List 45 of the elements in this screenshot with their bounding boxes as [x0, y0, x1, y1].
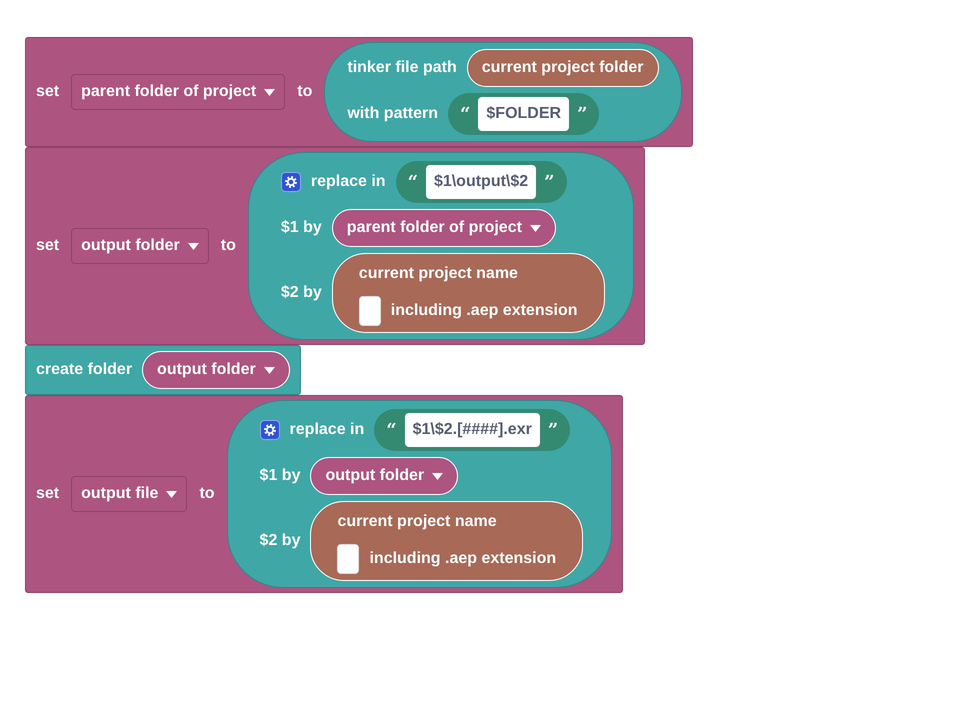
caret-icon: [264, 88, 276, 96]
block-label: with pattern: [347, 104, 438, 124]
variable-dropdown[interactable]: output folder: [142, 351, 290, 389]
block-label: tinker file path: [347, 58, 457, 78]
block-label: to: [199, 484, 215, 504]
block-label: set: [36, 82, 60, 102]
block-label: $1 by: [260, 466, 300, 486]
close-quote: ”: [548, 418, 558, 442]
checkbox[interactable]: [358, 296, 381, 326]
text-field[interactable]: $FOLDER: [478, 97, 570, 131]
close-quote: ”: [544, 170, 555, 194]
block-label: set: [36, 484, 60, 504]
block-label: current project name: [358, 264, 518, 284]
checkbox[interactable]: [337, 544, 360, 574]
block-label: to: [297, 82, 312, 102]
block-label: $2 by: [280, 283, 322, 303]
block-label: to: [220, 236, 236, 256]
variable-dropdown[interactable]: parent folder of project: [332, 209, 556, 247]
caret-icon: [264, 366, 275, 374]
caret-icon: [432, 472, 444, 480]
block-label: $2 by: [260, 531, 300, 551]
variable-dropdown[interactable]: parent folder of project: [71, 74, 286, 110]
caret-icon: [188, 242, 199, 250]
text-field[interactable]: $1\$2.[####].exr: [404, 413, 540, 447]
block-label: $1 by: [280, 218, 322, 238]
variable-dropdown[interactable]: output file: [71, 476, 188, 512]
caret-icon: [530, 224, 541, 232]
open-quote: “: [386, 418, 397, 442]
open-quote: “: [460, 102, 470, 126]
settings-icon[interactable]: [280, 172, 301, 192]
block-label: create folder: [36, 360, 132, 380]
variable-dropdown[interactable]: output folder: [71, 228, 209, 264]
caret-icon: [166, 490, 178, 498]
variable-dropdown[interactable]: output folder: [310, 457, 458, 495]
block-label: replace in: [310, 172, 386, 192]
close-quote: ”: [577, 102, 588, 126]
block-label: set: [36, 236, 60, 256]
open-quote: “: [408, 170, 418, 194]
block-label: current project name: [337, 512, 497, 532]
settings-icon[interactable]: [260, 420, 280, 440]
text-field[interactable]: $1\output\$2: [426, 165, 536, 199]
reporter-block: current project folder: [466, 49, 659, 87]
checkbox-label: including .aep extension: [390, 301, 578, 321]
block-label: replace in: [290, 420, 364, 440]
checkbox-label: including .aep extension: [369, 549, 556, 569]
